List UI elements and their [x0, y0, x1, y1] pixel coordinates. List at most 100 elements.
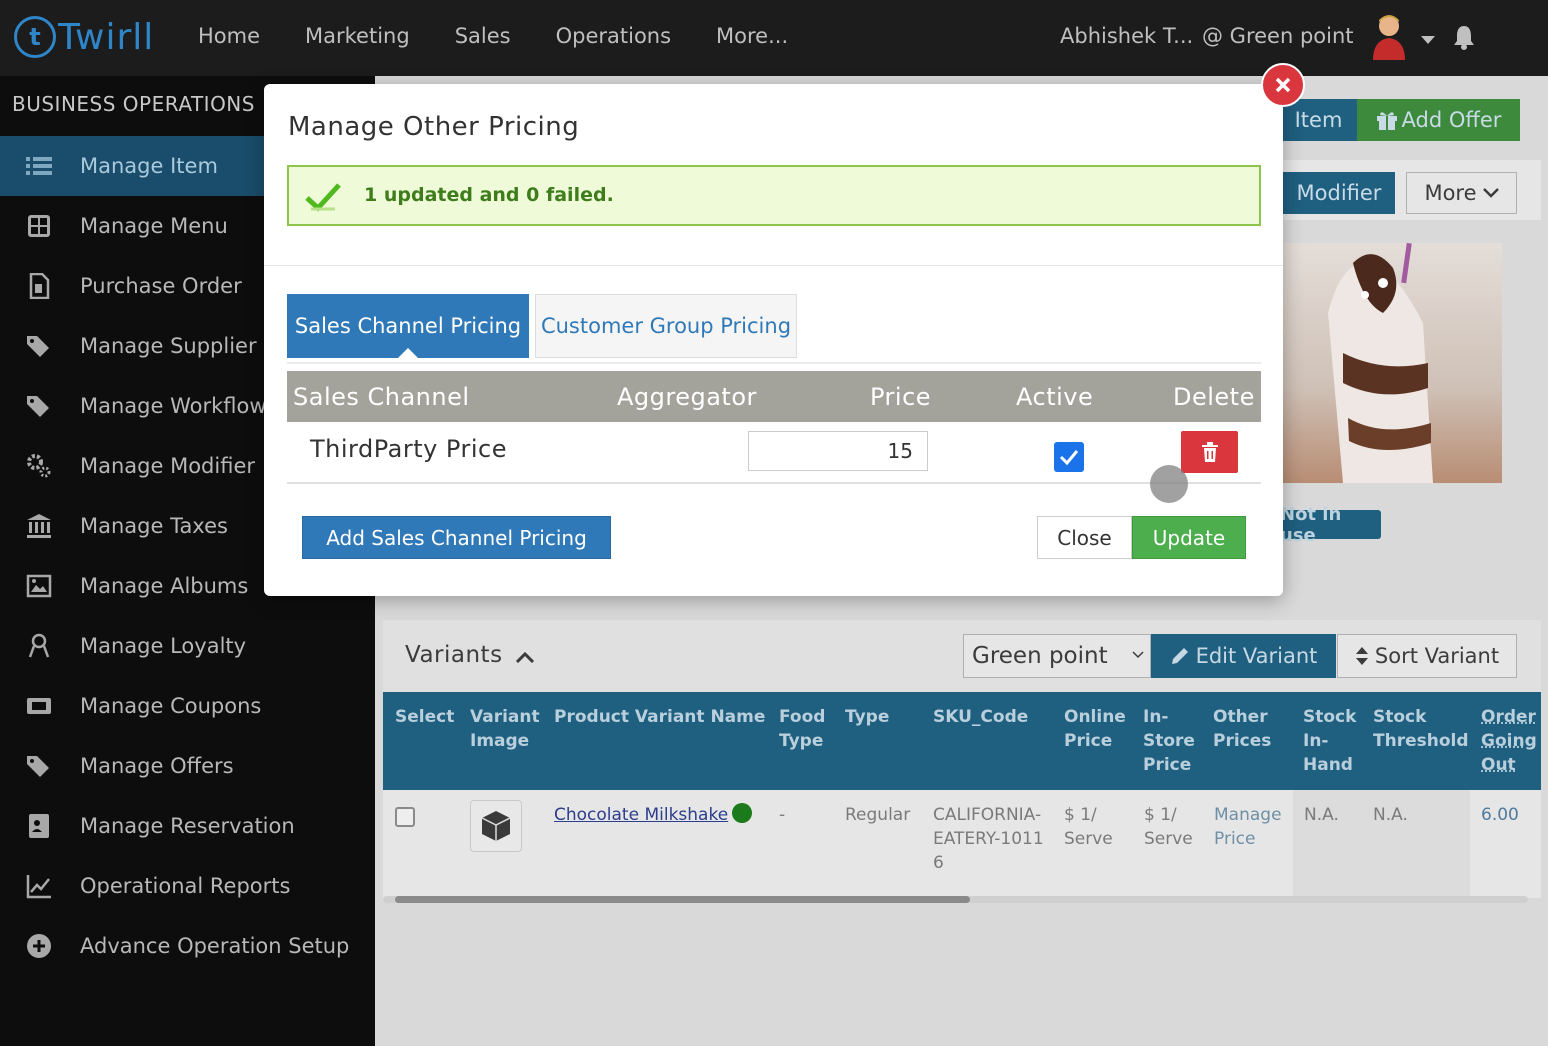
- active-checkbox[interactable]: [1054, 442, 1084, 472]
- col-select: Select: [395, 707, 455, 727]
- manage-other-pricing-modal: Manage Other Pricing 1 updated and 0 fai…: [264, 84, 1283, 596]
- tags-icon: [27, 756, 49, 777]
- sidebar-item-label: Manage Modifier: [80, 454, 256, 478]
- col-variant-image: Variant Image: [470, 707, 540, 751]
- sidebar-item-label: Manage Coupons: [80, 694, 262, 718]
- tags-icon: [27, 396, 49, 417]
- col-other-prices[interactable]: Other Prices: [1213, 705, 1283, 753]
- update-button[interactable]: Update: [1132, 516, 1246, 559]
- sku-value: CALIFORNIA-EATERY-10116: [933, 805, 1044, 873]
- twirll-logo[interactable]: t Twirll: [14, 14, 154, 60]
- sort-icon: [1355, 647, 1368, 665]
- ticket-icon: [27, 698, 51, 714]
- sidebar-item-label: Manage Menu: [80, 214, 228, 238]
- not-in-use-badge: Not in use: [1280, 504, 1381, 546]
- bank-icon: [27, 514, 51, 538]
- contact-card-icon: [29, 814, 49, 838]
- price-input[interactable]: [748, 431, 928, 471]
- modal-title: Manage Other Pricing: [288, 112, 580, 142]
- type-value: Regular: [845, 805, 911, 825]
- nav-marketing[interactable]: Marketing: [305, 24, 410, 48]
- variant-location-select[interactable]: Green point: [963, 634, 1151, 678]
- location-name[interactable]: @ Green point: [1202, 24, 1354, 48]
- tab-sales-channel-pricing[interactable]: Sales Channel Pricing: [287, 294, 529, 358]
- pricing-table-header: Sales Channel Aggregator Price Active De…: [287, 371, 1261, 422]
- sidebar-item-manage-offers[interactable]: Manage Offers: [0, 736, 375, 796]
- instore-price-value: $ 1/ Serve: [1144, 805, 1193, 849]
- select-checkbox[interactable]: [395, 807, 415, 827]
- variant-name-link[interactable]: Chocolate Milkshake: [554, 803, 728, 827]
- cogs-icon: [27, 454, 51, 478]
- stock-in-hand-value: N.A.: [1304, 805, 1339, 825]
- sidebar-item-advance-operation-setup[interactable]: Advance Operation Setup: [0, 916, 375, 976]
- add-offer-button[interactable]: Add Offer: [1357, 99, 1520, 141]
- close-button[interactable]: Close: [1037, 516, 1132, 559]
- modal-close-x-button[interactable]: [1261, 63, 1305, 107]
- checkmark-icon: [305, 183, 341, 212]
- user-menu-chevron-down-icon[interactable]: [1421, 36, 1435, 44]
- variants-title: Variants: [405, 642, 503, 668]
- modifier-button[interactable]: Modifier: [1283, 172, 1395, 214]
- sidebar-item-label: Manage Albums: [80, 574, 249, 598]
- col-stock-in-hand: Stock In-Hand: [1303, 707, 1357, 775]
- col-type: Type: [845, 707, 890, 727]
- sidebar-item-label: Advance Operation Setup: [80, 934, 350, 958]
- product-image: [1283, 243, 1502, 483]
- close-icon: [1275, 77, 1291, 93]
- mouse-cursor-indicator: [1150, 465, 1188, 503]
- tab-underline: [287, 362, 1261, 364]
- nav-sales[interactable]: Sales: [455, 24, 511, 48]
- nav-operations[interactable]: Operations: [556, 24, 671, 48]
- sidebar-item-label: Manage Offers: [80, 754, 234, 778]
- checkmark-icon: [1059, 450, 1079, 465]
- plus-circle-icon: [27, 934, 51, 958]
- tags-icon: [27, 336, 49, 357]
- variant-image-thumb[interactable]: [470, 800, 522, 852]
- row-divider: [287, 482, 1261, 484]
- col-sku-code: SKU_Code: [933, 707, 1029, 727]
- sidebar-item-label: Manage Supplier: [80, 334, 257, 358]
- add-sales-channel-pricing-button[interactable]: Add Sales Channel Pricing: [302, 516, 611, 559]
- nav-home[interactable]: Home: [198, 24, 260, 48]
- list-icon: [26, 157, 52, 175]
- tab-customer-group-pricing[interactable]: Customer Group Pricing: [535, 294, 797, 358]
- main-nav: Home Marketing Sales Operations More...: [198, 24, 833, 48]
- add-item-button[interactable]: Item: [1280, 99, 1357, 141]
- col-sales-channel: Sales Channel: [293, 383, 470, 411]
- delete-row-button[interactable]: [1181, 431, 1238, 473]
- sort-variant-button[interactable]: Sort Variant: [1337, 634, 1517, 678]
- logo-text: Twirll: [58, 16, 155, 58]
- edit-variant-button[interactable]: Edit Variant: [1151, 634, 1336, 678]
- sidebar-item-manage-reservation[interactable]: Manage Reservation: [0, 796, 375, 856]
- top-navbar: t Twirll Home Marketing Sales Operations…: [0, 0, 1548, 76]
- col-online-price: Online Price: [1064, 707, 1126, 751]
- sidebar-item-label: Manage Taxes: [80, 514, 228, 538]
- document-icon: [29, 273, 50, 299]
- sidebar-item-manage-loyalty[interactable]: Manage Loyalty: [0, 616, 375, 676]
- sidebar-item-label: Manage Loyalty: [80, 634, 247, 658]
- line-chart-icon: [26, 875, 51, 899]
- variants-table-header: Select Variant Image Product Variant Nam…: [383, 692, 1541, 790]
- modal-divider: [264, 265, 1283, 266]
- col-aggregator: Aggregator: [617, 383, 757, 411]
- sidebar-item-operational-reports[interactable]: Operational Reports: [0, 856, 375, 916]
- notification-bell-icon[interactable]: [1452, 24, 1476, 50]
- gift-icon: [1376, 112, 1397, 130]
- user-name[interactable]: Abhishek T...: [1060, 24, 1193, 48]
- cube-icon: [481, 811, 511, 841]
- more-dropdown-button[interactable]: More: [1406, 172, 1517, 214]
- col-stock-threshold: Stock Threshold: [1373, 707, 1469, 751]
- sidebar-item-label: Operational Reports: [80, 874, 291, 898]
- trash-icon: [1201, 442, 1218, 462]
- manage-price-link[interactable]: Manage Price: [1214, 803, 1284, 851]
- sidebar-item-label: Purchase Order: [80, 274, 242, 298]
- user-avatar-icon[interactable]: [1370, 12, 1408, 60]
- col-food-type: Food Type: [779, 707, 826, 751]
- collapse-chevron-up-icon[interactable]: [516, 651, 534, 663]
- sidebar-item-manage-coupons[interactable]: Manage Coupons: [0, 676, 375, 736]
- grid-icon: [28, 215, 50, 237]
- col-in-store-price: In-Store Price: [1143, 707, 1195, 775]
- nav-more[interactable]: More...: [716, 24, 788, 48]
- horizontal-scrollbar[interactable]: [395, 896, 970, 903]
- alert-message: 1 updated and 0 failed.: [364, 184, 614, 206]
